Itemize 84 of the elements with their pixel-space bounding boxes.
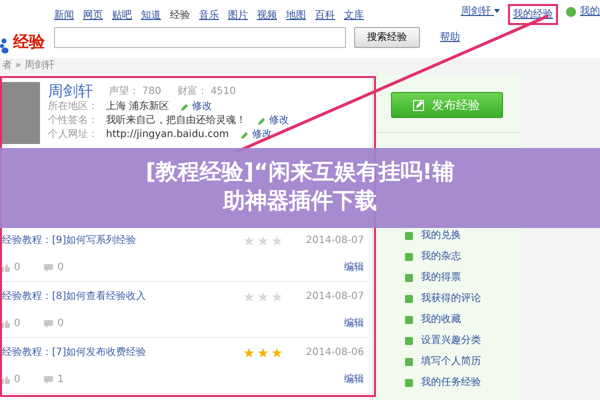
profile-stat: 财富： 4510 — [177, 84, 236, 98]
nav-link[interactable]: 音乐 — [199, 8, 219, 23]
experience-title[interactable]: 经验教程：[9]如何写系列经验 — [2, 233, 136, 248]
pencil-icon — [181, 104, 188, 110]
square-icon — [405, 358, 413, 366]
nav-link[interactable]: 知道 — [141, 8, 161, 23]
nav-link[interactable]: 经验 — [170, 8, 190, 23]
edit-link[interactable]: 编辑 — [344, 316, 364, 331]
star-icon — [258, 348, 268, 358]
help-link[interactable]: 帮助 — [440, 30, 460, 45]
square-icon — [405, 378, 413, 386]
user-menu[interactable]: 周剑轩 — [460, 4, 500, 19]
comment-count: 0 — [44, 260, 64, 275]
square-icon — [405, 274, 413, 282]
nav-link[interactable]: 地图 — [286, 8, 306, 23]
field-value: 上海 浦东新区 — [106, 100, 170, 114]
circle-icon — [566, 6, 576, 16]
nav-link[interactable]: 百科 — [315, 8, 335, 23]
edit-link[interactable]: 修改 — [258, 114, 289, 128]
thumbs-up-icon — [2, 320, 10, 328]
like-count: 0 — [2, 372, 20, 387]
breadcrumb: 者 » 周剑轩 — [0, 58, 600, 74]
photo-placeholder — [0, 82, 40, 144]
field-value: http://jingyan.baidu.com — [106, 128, 229, 142]
nav-link[interactable]: 图片 — [228, 8, 248, 23]
field-label: 个人网址： — [48, 128, 98, 142]
square-icon — [405, 252, 413, 260]
profile-stat: 声望： 780 — [109, 84, 162, 98]
star-icon — [244, 348, 254, 358]
nav-link[interactable]: 贴吧 — [112, 8, 132, 23]
star-icon — [272, 236, 282, 246]
sidebar-menu-item[interactable]: 我的收藏 — [421, 312, 461, 327]
experience-title[interactable]: 经验教程：[7]如何发布收费经验 — [2, 345, 146, 360]
square-icon — [405, 316, 413, 324]
star-icon — [258, 292, 268, 302]
comment-icon — [44, 264, 54, 272]
like-count: 0 — [2, 316, 20, 331]
sidebar-menu-item[interactable]: 我的杂志 — [421, 249, 461, 264]
logo-text[interactable]: 经验 — [13, 30, 45, 54]
sidebar-menu-item[interactable]: 设置兴趣分类 — [421, 333, 481, 348]
star-icon — [258, 236, 268, 246]
sidebar-menu-item[interactable]: 我的任务经验 — [421, 375, 481, 390]
comment-icon — [44, 320, 54, 328]
square-icon — [405, 294, 413, 302]
nav-link[interactable]: 文库 — [344, 8, 364, 23]
edit-link[interactable]: 编辑 — [344, 260, 364, 275]
experience-date: 2014-08-07 — [306, 290, 364, 304]
like-count: 0 — [2, 260, 20, 275]
star-icon — [244, 236, 254, 246]
star-icon — [272, 292, 282, 302]
sidebar-menu-item[interactable]: 我获得的评论 — [421, 291, 481, 306]
nav-link[interactable]: 视频 — [257, 8, 277, 23]
search-button[interactable]: 搜索经验 — [354, 27, 420, 48]
star-icon — [272, 348, 282, 358]
paw-icon — [0, 38, 9, 54]
thumbs-up-icon — [2, 264, 10, 272]
comment-count: 0 — [44, 316, 64, 331]
sidebar-menu-item[interactable]: 填写个人简历 — [421, 354, 481, 369]
square-icon — [405, 232, 413, 240]
field-value: 我听来自己，把自由还给灵魂！ — [106, 114, 246, 128]
sidebar-menu-item[interactable]: 我的兑换 — [421, 228, 461, 243]
pencil-icon — [258, 118, 265, 124]
edit-link[interactable]: 修改 — [181, 100, 212, 114]
experience-date: 2014-08-06 — [306, 346, 364, 360]
search-field[interactable] — [54, 27, 346, 48]
sidebar-menu-item[interactable]: 我的得票 — [421, 270, 461, 285]
thumbs-up-icon — [2, 376, 10, 384]
edit-icon — [413, 100, 424, 110]
field-label: 个性签名： — [48, 114, 98, 128]
caret-icon — [494, 9, 500, 14]
edit-link[interactable]: 编辑 — [344, 372, 364, 387]
my-link[interactable]: 我的 — [580, 4, 600, 19]
profile-name: 周剑轩 — [48, 82, 93, 100]
comment-icon — [44, 376, 54, 384]
field-label: 所在地区： — [48, 100, 98, 114]
pencil-icon — [240, 132, 248, 138]
banner-title: [教程经验]“闲来互娱有挂吗!辅 助神器插件下载 — [146, 159, 454, 216]
comment-count: 1 — [44, 372, 64, 387]
experience-title[interactable]: 经验教程：[8]如何查看经验收入 — [2, 289, 146, 304]
square-icon — [405, 336, 413, 344]
experience-date: 2014-08-07 — [306, 234, 364, 248]
nav-link[interactable]: 网页 — [83, 8, 103, 23]
nav-link[interactable]: 新闻 — [54, 8, 74, 23]
star-icon — [244, 292, 254, 302]
